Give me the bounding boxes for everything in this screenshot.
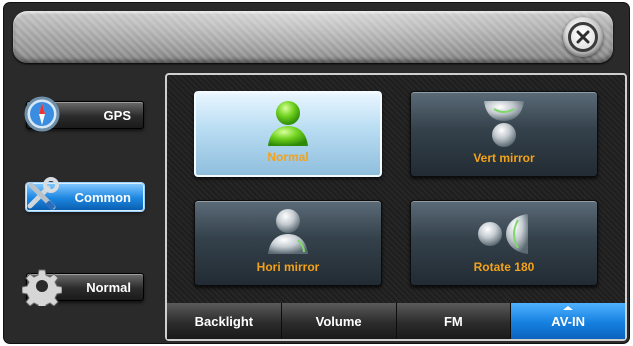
option-label: Normal <box>267 150 309 164</box>
user-normal-icon <box>262 98 314 157</box>
sidebar-item-gps[interactable]: GPS <box>22 96 146 132</box>
tab-label: AV-IN <box>551 313 585 329</box>
compass-icon <box>22 94 62 134</box>
option-label: Hori mirror <box>256 260 320 274</box>
user-hori-mirror-icon <box>262 206 314 265</box>
close-button[interactable] <box>563 17 603 57</box>
option-vert-mirror[interactable]: Vert mirror <box>410 91 598 177</box>
sidebar-item-common[interactable]: Common <box>22 177 146 213</box>
bottom-tab-bar: Backlight Volume FM AV-IN <box>167 303 625 339</box>
option-rotate-180[interactable]: Rotate 180 <box>410 200 598 286</box>
sidebar-item-normal[interactable]: Normal <box>21 269 146 311</box>
tab-label: Volume <box>315 313 362 329</box>
option-label: Vert mirror <box>473 151 535 165</box>
option-hori-mirror[interactable]: Hori mirror <box>194 200 382 286</box>
tab-fm[interactable]: FM <box>396 303 512 339</box>
tab-av-in[interactable]: AV-IN <box>511 303 625 339</box>
option-label: Rotate 180 <box>473 260 535 274</box>
tab-label: Backlight <box>194 313 254 329</box>
caret-up-icon <box>563 306 574 310</box>
tools-icon <box>22 176 62 216</box>
gear-icon <box>21 266 63 311</box>
user-rotate-icon <box>474 206 534 265</box>
tab-label: FM <box>443 313 463 329</box>
tab-backlight[interactable]: Backlight <box>167 303 282 339</box>
title-bar <box>13 11 613 63</box>
settings-window: GPS Common Normal Normal Vert mirror Hor… <box>4 3 629 343</box>
options-panel: Normal Vert mirror Hori mirror Rotate 18… <box>165 73 627 341</box>
user-vert-mirror-icon <box>478 97 530 156</box>
tab-volume[interactable]: Volume <box>281 303 397 339</box>
option-normal[interactable]: Normal <box>194 91 382 177</box>
close-icon <box>568 22 598 52</box>
